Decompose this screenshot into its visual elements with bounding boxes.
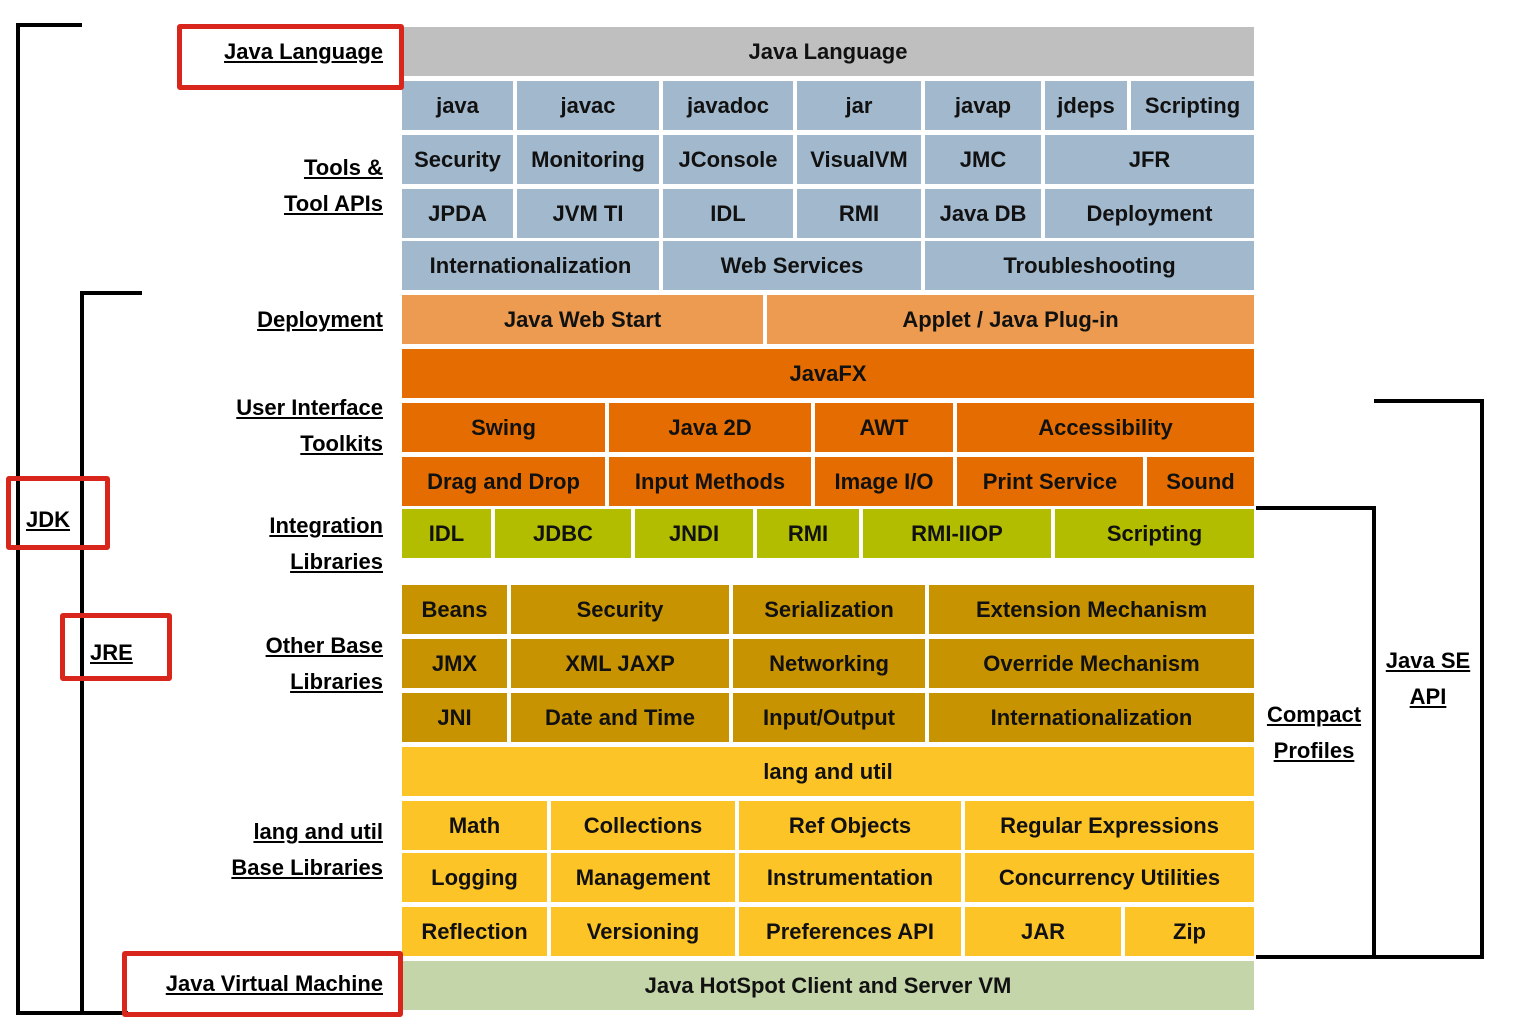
- compact-bracket-top: [1256, 506, 1376, 510]
- label-tools-line2[interactable]: Tool APIs: [284, 186, 383, 222]
- cell-tools-javadoc[interactable]: javadoc: [663, 81, 793, 130]
- label-lang-line1[interactable]: lang and util: [253, 814, 383, 850]
- cell-ui-toolkits-sound[interactable]: Sound: [1147, 457, 1254, 506]
- cell-tools-java[interactable]: java: [402, 81, 513, 130]
- cell-ui-toolkits-image-i-o[interactable]: Image I/O: [815, 457, 953, 506]
- highlight-java-language: [177, 24, 404, 90]
- cell-tools-jar[interactable]: jar: [797, 81, 921, 130]
- cell-deployment-applet-java-plug-in[interactable]: Applet / Java Plug-in: [767, 295, 1254, 344]
- cell-other-base-security[interactable]: Security: [511, 585, 729, 634]
- label-lang-line2[interactable]: Base Libraries: [231, 850, 383, 886]
- cell-ui-toolkits-java-2d[interactable]: Java 2D: [609, 403, 811, 452]
- cell-tools-monitoring[interactable]: Monitoring: [517, 135, 659, 184]
- cell-lang-util-collections[interactable]: Collections: [551, 801, 735, 850]
- cell-other-base-internationalization[interactable]: Internationalization: [929, 693, 1254, 742]
- cell-other-base-xml-jaxp[interactable]: XML JAXP: [511, 639, 729, 688]
- cell-tools-internationalization[interactable]: Internationalization: [402, 241, 659, 290]
- cell-ui-toolkits-awt[interactable]: AWT: [815, 403, 953, 452]
- cell-deployment-java-web-start[interactable]: Java Web Start: [402, 295, 763, 344]
- bracket-label-compact-line1[interactable]: Compact: [1262, 697, 1366, 733]
- javase-bracket-vertical: [1480, 399, 1484, 959]
- cell-other-base-jni[interactable]: JNI: [402, 693, 507, 742]
- cell-lang-util-lang-and-util[interactable]: lang and util: [402, 747, 1254, 796]
- cell-lang-util-jar[interactable]: JAR: [965, 907, 1121, 956]
- cell-ui-toolkits-javafx[interactable]: JavaFX: [402, 349, 1254, 398]
- cell-tools-security[interactable]: Security: [402, 135, 513, 184]
- cell-lang-util-zip[interactable]: Zip: [1125, 907, 1254, 956]
- cell-tools-idl[interactable]: IDL: [663, 189, 793, 238]
- cell-tools-java-db[interactable]: Java DB: [925, 189, 1041, 238]
- cell-other-base-jmx[interactable]: JMX: [402, 639, 507, 688]
- cell-other-base-date-and-time[interactable]: Date and Time: [511, 693, 729, 742]
- cell-lang-util-management[interactable]: Management: [551, 853, 735, 902]
- cell-tools-jmc[interactable]: JMC: [925, 135, 1041, 184]
- label-integration-line1[interactable]: Integration: [269, 508, 383, 544]
- cell-lang-util-ref-objects[interactable]: Ref Objects: [739, 801, 961, 850]
- cell-other-base-networking[interactable]: Networking: [733, 639, 925, 688]
- cell-tools-jfr[interactable]: JFR: [1045, 135, 1254, 184]
- jdk-bracket-bottom: [16, 1011, 128, 1015]
- jre-bracket-top: [80, 291, 142, 295]
- cell-tools-jvm-ti[interactable]: JVM TI: [517, 189, 659, 238]
- cell-tools-web-services[interactable]: Web Services: [663, 241, 921, 290]
- javase-bracket-top: [1374, 399, 1484, 403]
- cell-ui-toolkits-drag-and-drop[interactable]: Drag and Drop: [402, 457, 605, 506]
- highlight-jre: [60, 613, 172, 681]
- cell-ui-toolkits-swing[interactable]: Swing: [402, 403, 605, 452]
- cell-integration-rmi[interactable]: RMI: [757, 509, 859, 558]
- cell-lang-util-instrumentation[interactable]: Instrumentation: [739, 853, 961, 902]
- cell-java-language-java-language[interactable]: Java Language: [402, 27, 1254, 76]
- compact-bracket-vertical: [1372, 506, 1376, 959]
- jdk-bracket-top: [16, 23, 82, 27]
- cell-tools-troubleshooting[interactable]: Troubleshooting: [925, 241, 1254, 290]
- cell-ui-toolkits-input-methods[interactable]: Input Methods: [609, 457, 811, 506]
- cell-tools-javap[interactable]: javap: [925, 81, 1041, 130]
- cell-integration-jdbc[interactable]: JDBC: [495, 509, 631, 558]
- cell-lang-util-versioning[interactable]: Versioning: [551, 907, 735, 956]
- cell-lang-util-regular-expressions[interactable]: Regular Expressions: [965, 801, 1254, 850]
- cell-other-base-beans[interactable]: Beans: [402, 585, 507, 634]
- cell-lang-util-concurrency-utilities[interactable]: Concurrency Utilities: [965, 853, 1254, 902]
- cell-tools-jconsole[interactable]: JConsole: [663, 135, 793, 184]
- cell-tools-scripting[interactable]: Scripting: [1131, 81, 1254, 130]
- cell-jvm-java-hotspot-client-and-server-vm[interactable]: Java HotSpot Client and Server VM: [402, 961, 1254, 1010]
- cell-lang-util-logging[interactable]: Logging: [402, 853, 547, 902]
- label-tools-line1[interactable]: Tools &: [304, 150, 383, 186]
- bracket-label-javase-line1[interactable]: Java SE: [1378, 643, 1478, 679]
- cell-ui-toolkits-accessibility[interactable]: Accessibility: [957, 403, 1254, 452]
- cell-other-base-override-mechanism[interactable]: Override Mechanism: [929, 639, 1254, 688]
- cell-ui-toolkits-print-service[interactable]: Print Service: [957, 457, 1143, 506]
- cell-integration-jndi[interactable]: JNDI: [635, 509, 753, 558]
- cell-other-base-input-output[interactable]: Input/Output: [733, 693, 925, 742]
- label-other-line2[interactable]: Libraries: [290, 664, 383, 700]
- cell-lang-util-reflection[interactable]: Reflection: [402, 907, 547, 956]
- cell-lang-util-math[interactable]: Math: [402, 801, 547, 850]
- cell-other-base-serialization[interactable]: Serialization: [733, 585, 925, 634]
- compact-bracket-bottom: [1256, 955, 1484, 959]
- label-deployment[interactable]: Deployment: [257, 302, 383, 338]
- cell-tools-jdeps[interactable]: jdeps: [1045, 81, 1127, 130]
- label-ui-line1[interactable]: User Interface: [236, 390, 383, 426]
- highlight-jvm: [122, 951, 403, 1017]
- cell-tools-jpda[interactable]: JPDA: [402, 189, 513, 238]
- cell-integration-idl[interactable]: IDL: [402, 509, 491, 558]
- cell-tools-deployment[interactable]: Deployment: [1045, 189, 1254, 238]
- cell-integration-rmi-iiop[interactable]: RMI-IIOP: [863, 509, 1051, 558]
- bracket-label-compact-line2[interactable]: Profiles: [1262, 733, 1366, 769]
- label-other-line1[interactable]: Other Base: [266, 628, 383, 664]
- cell-tools-rmi[interactable]: RMI: [797, 189, 921, 238]
- bracket-label-javase-line2[interactable]: API: [1378, 679, 1478, 715]
- cell-tools-visualvm[interactable]: VisualVM: [797, 135, 921, 184]
- cell-other-base-extension-mechanism[interactable]: Extension Mechanism: [929, 585, 1254, 634]
- cell-tools-javac[interactable]: javac: [517, 81, 659, 130]
- cell-lang-util-preferences-api[interactable]: Preferences API: [739, 907, 961, 956]
- label-integration-line2[interactable]: Libraries: [290, 544, 383, 580]
- cell-integration-scripting[interactable]: Scripting: [1055, 509, 1254, 558]
- label-ui-line2[interactable]: Toolkits: [300, 426, 383, 462]
- highlight-jdk: [6, 476, 110, 550]
